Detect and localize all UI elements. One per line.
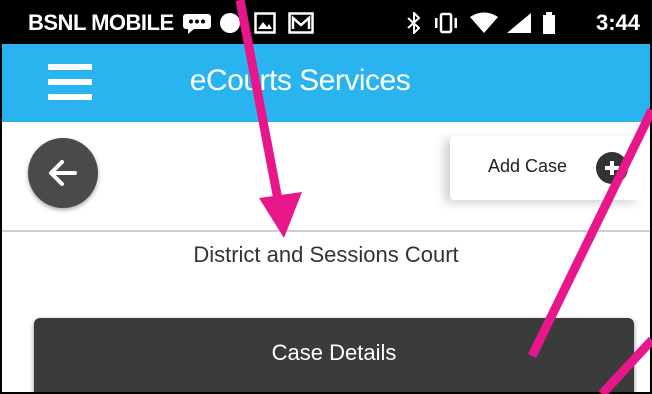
back-arrow-icon bbox=[49, 160, 77, 186]
add-case-button[interactable]: Add Case bbox=[450, 136, 642, 200]
add-case-label: Add Case bbox=[488, 156, 568, 176]
image-icon bbox=[254, 12, 276, 34]
case-details-label: Case Details bbox=[271, 340, 397, 365]
clock: 3:44 bbox=[595, 10, 640, 35]
divider bbox=[2, 230, 650, 232]
carrier-name: BSNL MOBILE bbox=[28, 10, 174, 35]
status-bar: BSNL MOBILE 3:44 bbox=[2, 2, 650, 44]
wifi-icon bbox=[470, 12, 498, 33]
vibrate-icon bbox=[435, 12, 457, 34]
battery-icon bbox=[543, 12, 555, 34]
plus-circle-icon bbox=[596, 152, 628, 184]
app-title: eCourts Services bbox=[189, 64, 411, 97]
circle-app-icon bbox=[220, 13, 240, 33]
app-bar: eCourts Services bbox=[2, 44, 650, 122]
signal-icon bbox=[507, 13, 531, 33]
chat-icon bbox=[183, 14, 211, 34]
court-name: District and Sessions Court bbox=[193, 242, 459, 267]
phone-screen: BSNL MOBILE 3:44 eCourts Services Add Ca… bbox=[0, 0, 652, 394]
case-toolbar: Add Case bbox=[2, 122, 650, 230]
photo-icon bbox=[288, 12, 314, 34]
bluetooth-icon bbox=[407, 12, 421, 34]
back-button[interactable] bbox=[28, 138, 98, 208]
case-details-button[interactable]: Case Details bbox=[34, 318, 634, 392]
